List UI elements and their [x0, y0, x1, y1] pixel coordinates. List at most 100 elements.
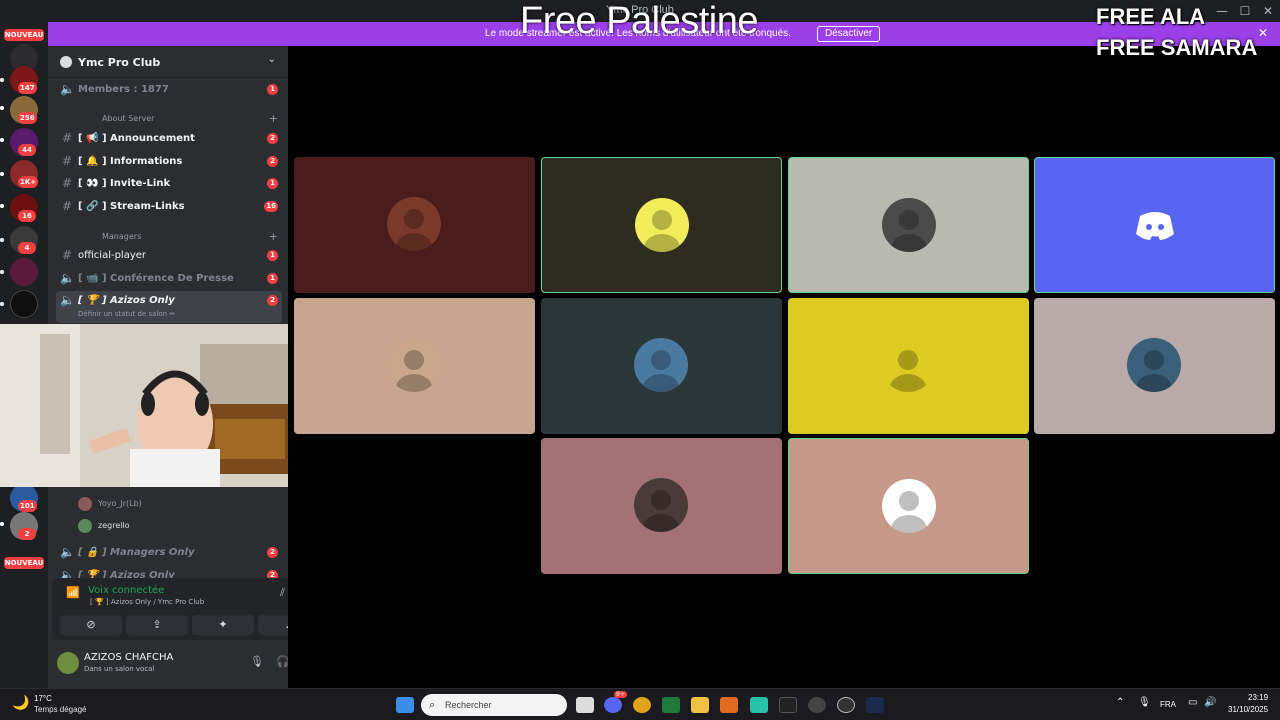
- server-icon[interactable]: [10, 258, 38, 286]
- voice-channel-path[interactable]: [ 🏆 ] Azizos Only / Ymc Pro Club: [90, 598, 204, 606]
- avatar[interactable]: [57, 652, 79, 674]
- moon-icon: 🌙: [12, 695, 30, 711]
- channel-invite-link[interactable]: # [ 👀 ] Invite-Link 1: [56, 174, 282, 194]
- unread-count: 1: [267, 84, 278, 95]
- clock-date[interactable]: 31/10/2025: [1228, 705, 1268, 714]
- task-view-icon[interactable]: [576, 697, 594, 713]
- media-player-icon[interactable]: [837, 697, 855, 713]
- unread-count: 2: [267, 295, 278, 306]
- disable-streamer-button[interactable]: Désactiver: [817, 26, 881, 42]
- participant-avatar: [387, 197, 441, 251]
- video-tile[interactable]: [541, 438, 782, 574]
- screen-share-button[interactable]: ⇪: [126, 615, 188, 635]
- channel-informations[interactable]: # [ 🔔 ] Informations 2: [56, 152, 282, 172]
- activities-button[interactable]: ✦: [192, 615, 254, 635]
- video-tile[interactable]: [541, 298, 782, 434]
- server-header[interactable]: Ymc Pro Club ⌄: [48, 46, 288, 78]
- server-icon[interactable]: [10, 290, 38, 318]
- microphone-icon[interactable]: 🎙: [250, 655, 264, 668]
- video-tile[interactable]: [541, 157, 782, 293]
- mention-badge: 256: [18, 112, 37, 124]
- microphone-icon[interactable]: 🎙: [1138, 697, 1151, 708]
- channel-stream-links[interactable]: # [ 🔗 ] Stream-Links 16: [56, 197, 282, 217]
- server-icon[interactable]: 256: [10, 96, 38, 124]
- video-tile[interactable]: [1034, 157, 1275, 293]
- server-name: Ymc Pro Club: [78, 56, 161, 69]
- user-status: Dans un salon vocal: [84, 665, 155, 673]
- maximize-button[interactable]: ☐: [1235, 3, 1255, 19]
- headphones-icon[interactable]: 🎧: [276, 655, 288, 668]
- add-channel-icon[interactable]: +: [269, 112, 278, 125]
- video-tile[interactable]: [788, 157, 1029, 293]
- windows-start-icon[interactable]: [396, 697, 414, 713]
- username: AZIZOS CHAFCHA: [84, 652, 174, 663]
- channel-azizos-only-active[interactable]: 🔈 [ 🏆 ] Azizos Only 2 Définir un statut …: [56, 291, 282, 323]
- unread-indicator: [0, 238, 4, 242]
- hash-icon: #: [61, 176, 73, 190]
- minimize-button[interactable]: —: [1212, 3, 1232, 19]
- category-managers[interactable]: Managers +: [62, 230, 278, 246]
- channel-announcement[interactable]: # [ 📢 ] Announcement 2: [56, 129, 282, 149]
- unread-count: 2: [267, 133, 278, 144]
- participant-avatar: [387, 338, 441, 392]
- server-icon[interactable]: 4: [10, 226, 38, 254]
- channel-managers-only[interactable]: 🔈 [ 🔒 ] Managers Only 2: [56, 543, 282, 563]
- avatar: [78, 497, 92, 511]
- unread-indicator: [0, 78, 4, 82]
- participant-avatar: [881, 338, 935, 392]
- channel-members[interactable]: 🔈 Members : 1877 1: [56, 80, 282, 100]
- server-icon[interactable]: 1K+: [10, 160, 39, 188]
- server-icon[interactable]: 44: [10, 128, 38, 156]
- chevron-up-icon[interactable]: ⌃: [1116, 697, 1124, 708]
- taskbar-search[interactable]: ⌕ Rechercher: [421, 694, 567, 716]
- close-icon[interactable]: ✕: [1258, 26, 1268, 40]
- video-tile[interactable]: [294, 157, 535, 293]
- server-icon[interactable]: 2: [10, 512, 38, 540]
- mention-badge: 1K+: [18, 176, 39, 188]
- server-icon[interactable]: 16: [10, 194, 38, 222]
- server-icon[interactable]: 101: [10, 484, 38, 512]
- unread-indicator: [0, 302, 4, 306]
- noise-suppression-icon[interactable]: ⫽: [280, 586, 285, 600]
- capcut-icon[interactable]: [779, 697, 797, 713]
- speaker-icon: 🔈: [60, 271, 75, 285]
- video-tile[interactable]: [294, 298, 535, 434]
- language-indicator[interactable]: FRA: [1160, 700, 1176, 709]
- channel-status[interactable]: Définir un statut de salon ✏: [78, 310, 175, 318]
- unread-indicator: [0, 172, 4, 176]
- steam-icon[interactable]: [866, 697, 884, 713]
- video-tile[interactable]: [1034, 298, 1275, 434]
- video-tile[interactable]: [788, 298, 1029, 434]
- add-channel-icon[interactable]: +: [269, 230, 278, 243]
- category-about-server[interactable]: About Server +: [62, 112, 278, 128]
- webcam-overlay: [0, 324, 288, 487]
- app-icon[interactable]: [808, 697, 826, 713]
- avatar: [78, 519, 92, 533]
- webcam-image: [0, 324, 288, 487]
- server-logo-icon: [60, 56, 72, 68]
- network-icon[interactable]: ▭: [1188, 697, 1197, 708]
- discord-logo-icon: [1128, 198, 1182, 252]
- signal-icon[interactable]: 📶: [66, 586, 80, 599]
- channel-official-player[interactable]: # official-player 1: [56, 246, 282, 266]
- mention-badge: 147: [18, 82, 37, 94]
- close-window-button[interactable]: ✕: [1258, 3, 1278, 19]
- participant-avatar: [1127, 338, 1181, 392]
- windows-taskbar: 🌙 17°C Temps dégagé ⌕ Rechercher 9+ ⌃ 🎙 …: [0, 688, 1280, 720]
- chevron-down-icon[interactable]: ⌄: [268, 54, 276, 65]
- chrome-icon[interactable]: [633, 697, 651, 713]
- video-tile[interactable]: [788, 438, 1029, 574]
- volume-icon[interactable]: 🔊: [1204, 697, 1216, 708]
- soundboard-button[interactable]: ♪: [258, 615, 288, 635]
- discord-icon[interactable]: 9+: [604, 691, 627, 713]
- camera-button[interactable]: ⊘: [60, 615, 122, 635]
- app-icon[interactable]: [720, 697, 738, 713]
- user-panel: AZIZOS CHAFCHA Dans un salon vocal 🎙 🎧 ⚙: [48, 642, 288, 684]
- channel-conference[interactable]: 🔈 [ 📹 ] Conférence De Presse 1: [56, 269, 282, 289]
- app-icon[interactable]: [662, 697, 680, 713]
- clock-time[interactable]: 23:19: [1248, 693, 1268, 702]
- app-icon[interactable]: [750, 697, 768, 713]
- channel-label: Members : 1877: [78, 84, 169, 95]
- file-explorer-icon[interactable]: [691, 697, 709, 713]
- server-icon[interactable]: 147: [10, 66, 38, 94]
